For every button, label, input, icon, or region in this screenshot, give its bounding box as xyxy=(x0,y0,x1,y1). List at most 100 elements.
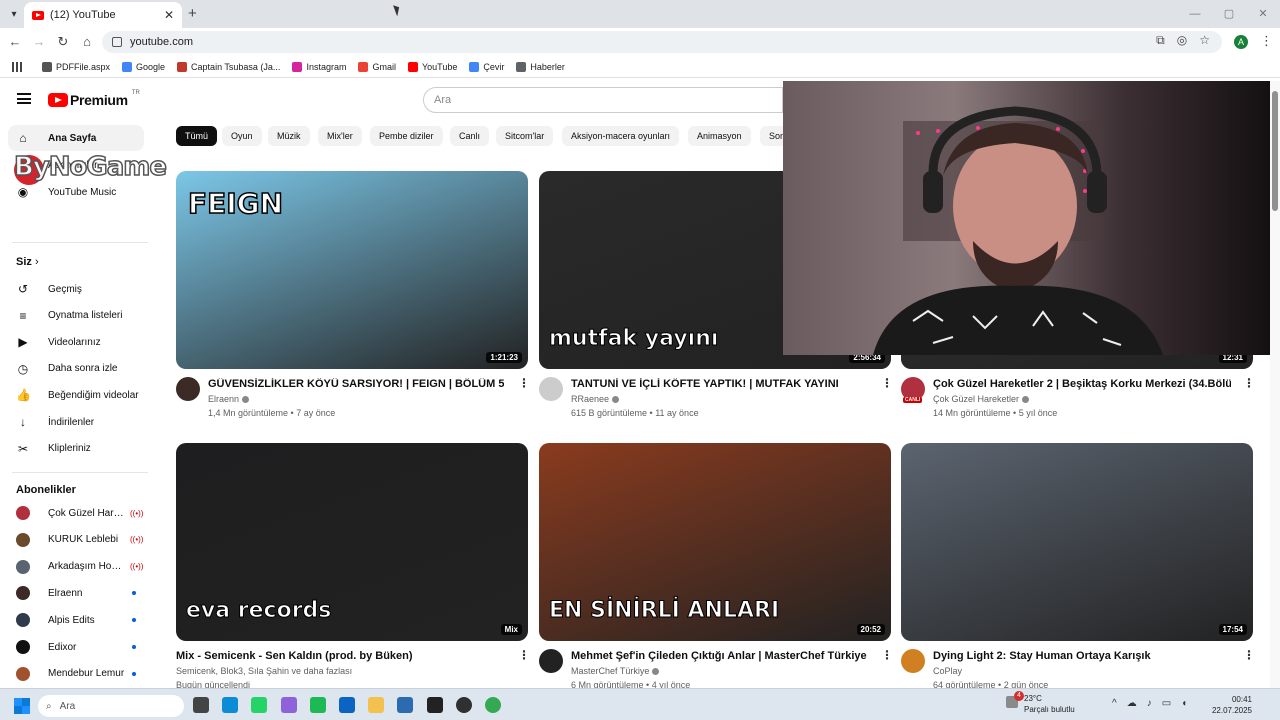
filter-chip[interactable]: Sitcom'lar xyxy=(496,126,554,146)
tab-close-icon[interactable]: ✕ xyxy=(164,8,174,22)
filter-chip[interactable]: Animasyon xyxy=(688,126,751,146)
clock[interactable]: 00:41 22.07.2025 xyxy=(1206,694,1252,716)
guide-menu-icon[interactable] xyxy=(17,93,31,104)
bookmark-item[interactable]: Instagram xyxy=(292,61,346,72)
subscription-item[interactable]: KURUK Leblebi ((•)) xyxy=(8,527,144,553)
sidebar-item[interactable]: ⌂ Ana Sayfa xyxy=(8,125,144,151)
search-input[interactable]: Ara xyxy=(423,87,783,113)
network-icon[interactable]: ▭ xyxy=(1162,698,1171,709)
close-window-button[interactable]: ✕ xyxy=(1246,0,1280,28)
tab-search-button[interactable]: ▾ xyxy=(4,4,24,24)
bookmark-item[interactable]: Çevir xyxy=(469,61,504,72)
taskview-icon[interactable] xyxy=(193,697,209,713)
video-title[interactable]: Dying Light 2: Stay Human Ortaya Karışık xyxy=(933,650,1151,662)
more-actions-icon[interactable]: ⋮ xyxy=(518,376,530,390)
scrollbar-thumb[interactable] xyxy=(1272,91,1278,211)
video-thumbnail[interactable]: eva records Mix xyxy=(176,443,528,641)
chrome-icon[interactable] xyxy=(485,697,501,713)
video-thumbnail[interactable]: 17:54 xyxy=(901,443,1253,641)
taskbar-search[interactable]: ⌕ Ara xyxy=(38,695,184,717)
sidebar-item[interactable]: 👍 Beğendiğim videolar xyxy=(8,382,144,408)
filter-chip[interactable]: Müzik xyxy=(268,126,310,146)
subscription-item[interactable]: Mendebur Lemur xyxy=(8,661,144,687)
channel-name[interactable]: RRaenee xyxy=(571,394,620,404)
bookmark-item[interactable]: PDFFile.aspx xyxy=(42,61,110,72)
reload-button[interactable]: ↻ xyxy=(54,33,72,51)
bookmark-item[interactable]: Captain Tsubasa (Ja... xyxy=(177,61,280,72)
bookmark-item[interactable]: YouTube xyxy=(407,61,457,72)
spotify-icon[interactable] xyxy=(310,697,326,713)
epic-icon[interactable] xyxy=(427,697,443,713)
start-button[interactable] xyxy=(14,698,30,714)
video-title[interactable]: GÜVENSİZLİKLER KÖYÜ SARSIYOR! | FEIGN | … xyxy=(208,378,504,390)
microphone-icon[interactable]: ♪ xyxy=(1147,698,1152,709)
subscription-item[interactable]: Elraenn xyxy=(8,580,144,606)
more-actions-icon[interactable]: ⋮ xyxy=(1243,648,1255,662)
more-actions-icon[interactable]: ⋮ xyxy=(518,648,530,662)
subscription-item[interactable]: Çok Güzel Harek... ((•)) xyxy=(8,500,144,526)
obs-icon[interactable] xyxy=(456,697,472,713)
subscription-item[interactable]: Edixor xyxy=(8,634,144,660)
bookmark-item[interactable]: Haberler xyxy=(516,61,565,72)
edge-icon[interactable] xyxy=(222,697,238,713)
copilot-icon[interactable] xyxy=(281,697,297,713)
channel-name[interactable]: Çok Güzel Hareketler xyxy=(933,394,1030,404)
profile-avatar[interactable]: A xyxy=(1234,35,1248,49)
site-info-icon[interactable] xyxy=(112,37,122,47)
filter-chip[interactable]: Aksiyon-macera oyunları xyxy=(562,126,680,146)
install-app-icon[interactable]: ⧉ xyxy=(1156,33,1165,48)
sidebar-item[interactable]: ✂ Klipleriniz xyxy=(8,436,144,462)
active-tab[interactable]: (12) YouTube ✕ xyxy=(24,2,182,28)
video-title[interactable]: Çok Güzel Hareketler 2 | Beşiktaş Korku … xyxy=(933,378,1231,390)
tracking-protection-icon[interactable]: ◎ xyxy=(1177,33,1187,48)
new-tab-button[interactable]: + xyxy=(188,5,197,22)
outlook-icon[interactable] xyxy=(339,697,355,713)
browser-menu-icon[interactable]: ⋮ xyxy=(1260,33,1273,49)
store-icon[interactable] xyxy=(397,697,413,713)
bookmark-item[interactable]: Gmail xyxy=(358,61,396,72)
channel-avatar[interactable] xyxy=(901,649,925,673)
home-button[interactable]: ⌂ xyxy=(78,33,96,51)
apps-grid-icon[interactable] xyxy=(12,61,22,72)
channel-name[interactable]: Semicenk, Blok3, Sıla Şahin ve daha fazl… xyxy=(176,666,352,676)
maximize-button[interactable]: ▢ xyxy=(1212,0,1246,28)
forward-button[interactable]: → xyxy=(30,33,48,51)
volume-icon[interactable]: ◖ xyxy=(1181,698,1187,709)
explorer-icon[interactable] xyxy=(368,697,384,713)
more-actions-icon[interactable]: ⋮ xyxy=(881,648,893,662)
whatsapp-icon[interactable] xyxy=(251,697,267,713)
minimize-button[interactable]: — xyxy=(1178,0,1212,28)
video-thumbnail[interactable]: FEIGN 1:21:23 xyxy=(176,171,528,369)
sidebar-item[interactable]: ◷ Daha sonra izle xyxy=(8,356,144,382)
subscription-item[interactable]: Arkadaşım Hoşg... ((•)) xyxy=(8,554,144,580)
video-title[interactable]: TANTUNİ VE İÇLİ KÖFTE YAPTIK! | MUTFAK Y… xyxy=(571,378,839,390)
weather-widget[interactable]: 4 23°C Parçalı bulutlu xyxy=(1006,691,1075,715)
channel-avatar[interactable]: CANLI xyxy=(901,377,925,403)
channel-avatar[interactable] xyxy=(539,377,563,401)
you-section-heading[interactable]: Siz › xyxy=(16,256,39,268)
more-actions-icon[interactable]: ⋮ xyxy=(1243,376,1255,390)
sidebar-item[interactable]: ≡ Oynatma listeleri xyxy=(8,303,144,329)
show-hidden-icons-icon[interactable]: ^ xyxy=(1112,698,1117,709)
filter-chip[interactable]: Pembe diziler xyxy=(370,126,443,146)
page-scrollbar[interactable] xyxy=(1270,81,1280,688)
more-actions-icon[interactable]: ⋮ xyxy=(881,376,893,390)
channel-avatar[interactable] xyxy=(176,377,200,401)
channel-name[interactable]: Elraenn xyxy=(208,394,250,404)
sidebar-item[interactable]: ▶ Videolarınız xyxy=(8,329,144,355)
channel-name[interactable]: CoPlay xyxy=(933,666,962,676)
video-thumbnail[interactable]: EN SİNİRLİ ANLARI 20:52 xyxy=(539,443,891,641)
bookmark-star-icon[interactable]: ☆ xyxy=(1199,33,1210,48)
subscription-item[interactable]: Alpis Edits xyxy=(8,607,144,633)
sidebar-item[interactable]: ↺ Geçmiş xyxy=(8,276,144,302)
filter-chip[interactable]: Oyun xyxy=(222,126,262,146)
cloud-icon[interactable]: ☁ xyxy=(1127,698,1137,709)
bookmark-item[interactable]: Google xyxy=(122,61,165,72)
video-title[interactable]: Mix - Semicenk - Sen Kaldın (prod. by Bü… xyxy=(176,650,413,662)
video-title[interactable]: Mehmet Şef'in Çileden Çıktığı Anlar | Ma… xyxy=(571,650,867,662)
sidebar-item[interactable]: ↓ İndirilenler xyxy=(8,409,144,435)
channel-avatar[interactable] xyxy=(539,649,563,673)
youtube-logo[interactable]: Premium TR xyxy=(48,90,140,108)
filter-chip[interactable]: Mix'ler xyxy=(318,126,362,146)
address-bar[interactable]: youtube.com xyxy=(102,31,1222,53)
